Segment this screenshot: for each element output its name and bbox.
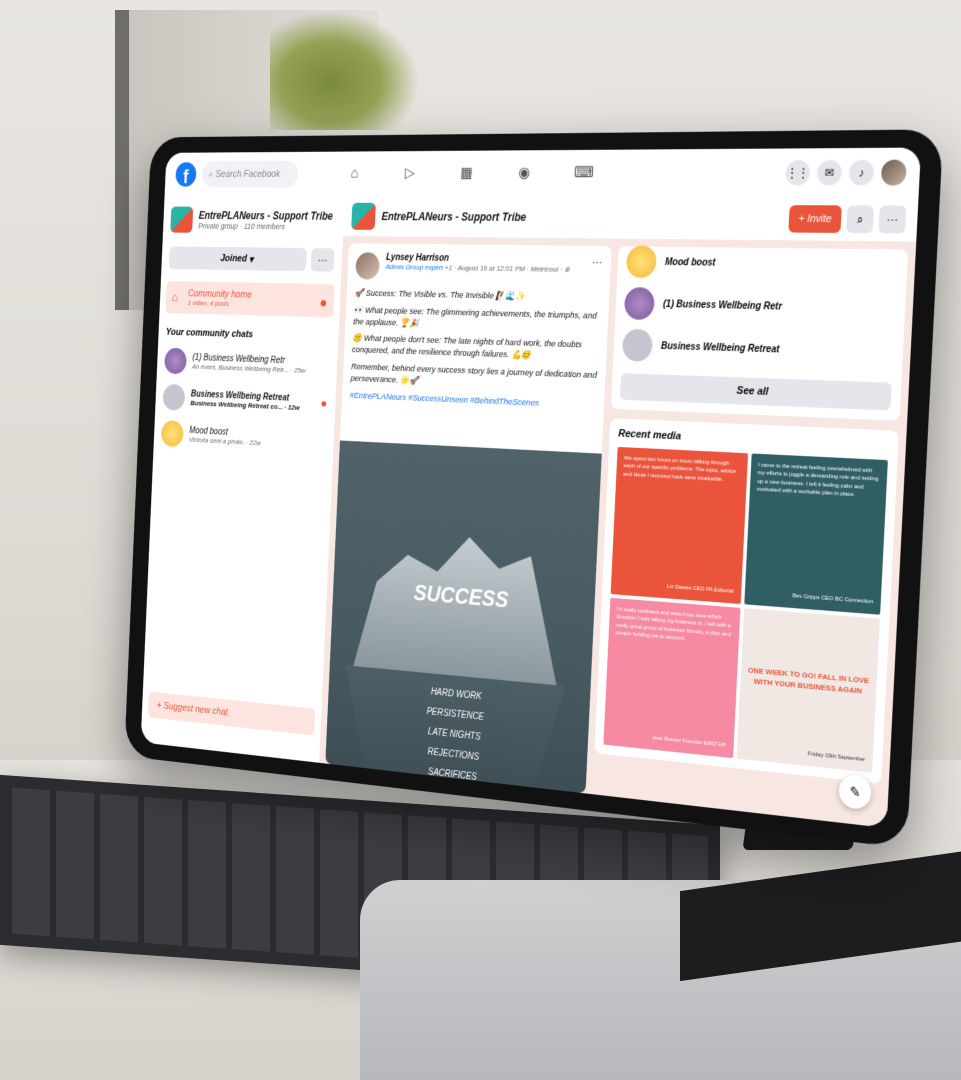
home-icon[interactable]: ⌂ [345, 164, 363, 184]
tile-text: I came to the retreat feeling overwhelme… [757, 462, 880, 501]
chevron-down-icon: ▾ [247, 253, 254, 265]
chat-avatar [162, 384, 185, 411]
profile-avatar[interactable] [881, 160, 907, 186]
tile-signature: Liz Dawes CEO PA Editorial [667, 583, 734, 596]
search-input[interactable]: ⌕ Search Facebook [201, 161, 298, 188]
author-avatar[interactable] [355, 252, 380, 279]
post-options-button[interactable]: ··· [591, 255, 603, 283]
video-icon[interactable]: ▷ [401, 164, 420, 184]
left-sidebar: EntrePLANeurs - Support Tribe Private gr… [141, 196, 346, 763]
groups-icon[interactable]: ◉ [515, 163, 534, 184]
chat-list-item[interactable]: (1) Business Wellbeing Retr [624, 282, 897, 331]
chat-item[interactable]: Mood boost Victoria sent a photo. · 22w [153, 415, 334, 461]
chat-title: Mood boost [665, 257, 716, 268]
post-body: 🚀 Success: The Visible vs. The Invisible… [342, 288, 610, 413]
tile-signature: Bev Cripps CEO BC Connection [792, 592, 873, 606]
group-privacy: Private group · 110 members [198, 221, 333, 231]
chat-title: (1) Business Wellbeing Retr [663, 299, 782, 312]
search-icon: ⌕ [208, 169, 213, 180]
post-line: 🤫 What people don't see: The late nights… [352, 334, 599, 365]
see-all-button[interactable]: See all [620, 373, 892, 410]
joined-row: Joined ▾ ··· [161, 243, 342, 276]
chat-list-item[interactable]: Mood boost [626, 241, 899, 288]
group-title[interactable]: EntrePLANeurs - Support Tribe [381, 210, 526, 224]
media-tile[interactable]: I'd really confused and wasn't too sure … [603, 598, 740, 758]
post-meta: Admin Group expert +1 · August 16 at 12:… [385, 263, 570, 274]
media-tile[interactable]: I came to the retreat feeling overwhelme… [744, 453, 888, 614]
media-tile[interactable]: ONE WEEK TO GO! FALL IN LOVE WITH YOUR B… [736, 608, 880, 773]
tile-text: ONE WEEK TO GO! FALL IN LOVE WITH YOUR B… [747, 665, 869, 698]
sidebar-group-header: EntrePLANeurs - Support Tribe Private gr… [163, 196, 345, 245]
post-card: Lynsey Harrison Admin Group expert +1 · … [325, 243, 611, 793]
messenger-icon[interactable]: ✉ [817, 160, 843, 186]
group-thumbnail[interactable] [170, 207, 193, 233]
post-time[interactable]: · August 16 at 12:01 PM · Metricool · ⊕ [452, 264, 570, 274]
tile-signature: Friday 15th September [808, 750, 866, 764]
tile-text: We spent two hours on zoom talking throu… [623, 455, 740, 485]
chat-avatar [164, 348, 187, 375]
feed: Lynsey Harrison Admin Group expert +1 · … [319, 236, 916, 828]
unread-dot [321, 401, 326, 407]
group-header: EntrePLANeurs - Support Tribe + Invite ⌕… [343, 196, 918, 242]
chat-title: Business Wellbeing Retreat [661, 341, 780, 355]
account-controls: ⋮⋮ ✉ ♪ [785, 160, 907, 186]
invite-button[interactable]: + Invite [789, 205, 842, 233]
facebook-logo-icon[interactable]: f [175, 162, 197, 186]
post-line: 👀 What people see: The glimmering achiev… [353, 305, 600, 335]
chat-avatar [622, 329, 653, 362]
chat-avatar [161, 420, 184, 447]
right-column: Mood boost (1) Business Wellbeing Retr B… [592, 246, 908, 827]
menu-grid-icon[interactable]: ⋮⋮ [785, 160, 810, 186]
tile-signature: Jess Brewer Founder EMIZ HR [652, 734, 727, 750]
house-icon: ⌂ [171, 290, 178, 304]
more-options-button[interactable]: ··· [311, 248, 335, 272]
group-thumbnail[interactable] [351, 203, 376, 230]
top-navigation-bar: f ⌕ Search Facebook ⌂ ▷ ▦ ◉ ⌨ ⋮⋮ ✉ ♪ [165, 148, 922, 199]
joined-button[interactable]: Joined ▾ [169, 246, 307, 271]
search-icon[interactable]: ⌕ [846, 205, 874, 233]
more-options-button[interactable]: ··· [878, 205, 906, 233]
role-badges[interactable]: Admin Group expert +1 [385, 263, 452, 272]
community-home-item[interactable]: ⌂ Community home 1 video, 4 posts [165, 281, 334, 317]
chats-card: Mood boost (1) Business Wellbeing Retr B… [611, 246, 908, 421]
post-header: Lynsey Harrison Admin Group expert +1 · … [347, 243, 612, 293]
tablet: f ⌕ Search Facebook ⌂ ▷ ▦ ◉ ⌨ ⋮⋮ ✉ ♪ Ent… [124, 129, 943, 848]
post-line: Remember, behind every success story lie… [350, 362, 597, 395]
plant [270, 10, 420, 130]
media-grid: We spent two hours on zoom talking throu… [603, 447, 888, 773]
chat-list-item[interactable]: Business Wellbeing Retreat [622, 324, 895, 375]
search-placeholder: Search Facebook [215, 169, 280, 180]
suggest-chat-button[interactable]: + Suggest new chat [148, 691, 316, 735]
recent-media-card: Recent media We spent two hours on zoom … [594, 418, 899, 784]
marketplace-icon[interactable]: ▦ [457, 164, 476, 184]
nav-icons: ⌂ ▷ ▦ ◉ ⌨ [345, 163, 593, 184]
gaming-icon[interactable]: ⌨ [574, 163, 594, 184]
joined-label: Joined [220, 253, 247, 264]
media-tile[interactable]: We spent two hours on zoom talking throu… [611, 447, 748, 604]
post-image[interactable]: SUCCESS HARD WORK PERSISTENCE LATE NIGHT… [325, 440, 601, 793]
group-actions: + Invite ⌕ ··· [789, 205, 907, 233]
chat-avatar [626, 245, 657, 278]
screen: f ⌕ Search Facebook ⌂ ▷ ▦ ◉ ⌨ ⋮⋮ ✉ ♪ Ent… [141, 148, 921, 828]
tile-text: I'd really confused and wasn't too sure … [615, 606, 732, 647]
group-name[interactable]: EntrePLANeurs - Support Tribe [198, 209, 333, 222]
post-hashtags[interactable]: #EntrePLANeurs #SuccessUnseen #BehindThe… [350, 390, 596, 412]
notifications-bell-icon[interactable]: ♪ [848, 160, 874, 186]
chat-avatar [624, 287, 655, 320]
